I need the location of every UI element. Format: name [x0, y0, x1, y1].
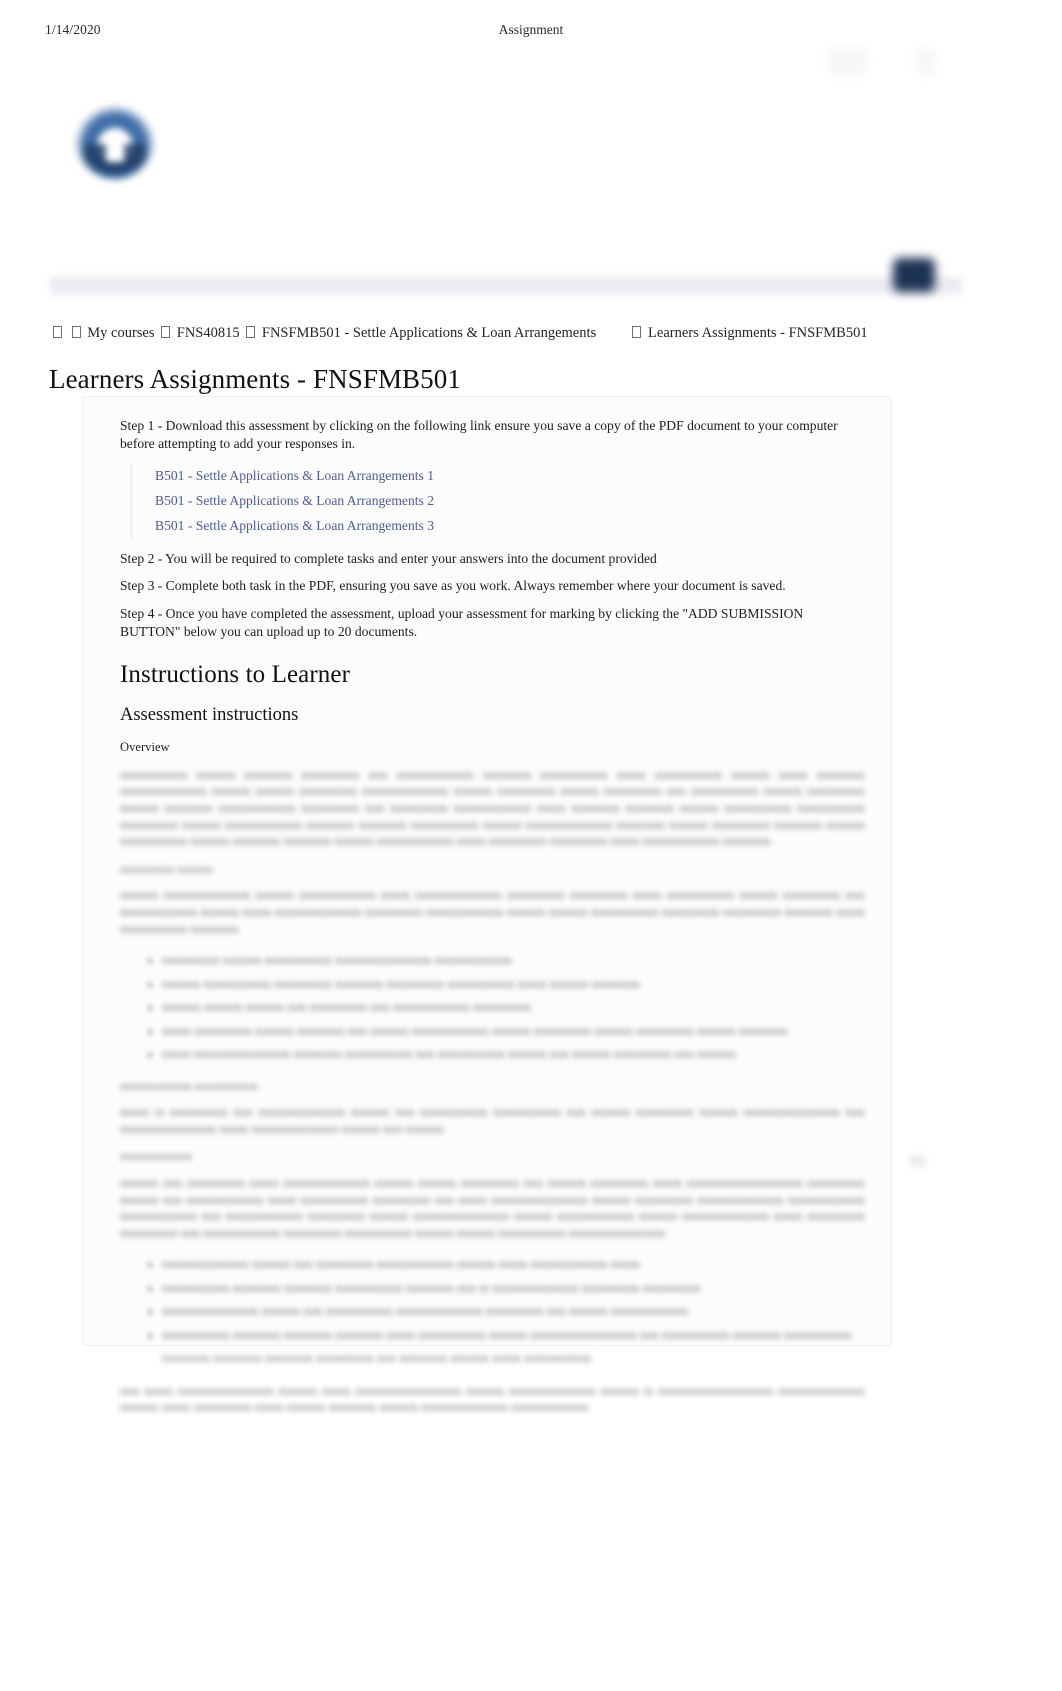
blurred-bullet-list: mmmmmm mmmm mmmmmmm mmmmmmmmmm mmmmmmmm …	[120, 949, 865, 1067]
chevron-right-icon	[71, 326, 81, 338]
logo-notch-shape	[106, 128, 124, 162]
list-item: mmmm mmmmmmm mmmmmm mmmmm mmmmmm mmmmmmm…	[162, 973, 865, 997]
assessment-link-1[interactable]: B501 - Settle Applications & Loan Arrang…	[155, 468, 434, 483]
page-title: Learners Assignments - FNSFMB501	[49, 364, 461, 394]
list-item: B501 - Settle Applications & Loan Arrang…	[130, 513, 865, 539]
list-item: mmmmmm mmmm mmmmmmm mmmmmmmmmm mmmmmmmm	[162, 949, 865, 973]
overview-label: Overview	[120, 739, 170, 754]
blurred-paragraph: mmmmmmm mmmm mmmmm mmmmmm mm mmmmmmmm mm…	[120, 767, 865, 849]
blurred-paragraph: mmmm mm mmmmmm mmm mmmmmmmmm mmmm mmmm m…	[120, 1176, 865, 1240]
list-item: mmmmmmm mmmmm mmmmm mmmmm mmm mmmmmmm mm…	[162, 1324, 865, 1371]
home-icon[interactable]	[53, 326, 62, 338]
assessment-instructions-heading: Assessment instructions	[120, 704, 299, 725]
list-item: mmmm mmmm mmmm mm mmmmmm mm mmmmmmmm mmm…	[162, 996, 865, 1020]
print-header: 1/14/2020 Assignment	[0, 22, 1062, 42]
assignment-intro-card: Step 1 - Download this assessment by cli…	[82, 396, 892, 1414]
assessment-link-3[interactable]: B501 - Settle Applications & Loan Arrang…	[155, 518, 434, 533]
list-item: mmmmmmmmm mmmm mm mmmmmm mmmmmmmm mmmm m…	[162, 1253, 865, 1277]
breadcrumb-item-current: Learners Assignments - FNSFMB501	[648, 325, 868, 341]
blurred-paragraph: mmm m mmmmmm mm mmmmmmmmm mmmm mm mmmmmm…	[120, 1105, 865, 1136]
margin-artifact	[910, 1155, 926, 1167]
list-item: B501 - Settle Applications & Loan Arrang…	[130, 488, 865, 514]
step-1-text: Step 1 - Download this assessment by cli…	[120, 418, 838, 451]
blurred-section-label: mmmmmmmm mmmmmmm	[120, 1079, 259, 1093]
chevron-right-icon	[161, 326, 171, 338]
print-page-title: Assignment	[498, 22, 564, 37]
chevron-right-icon	[246, 326, 256, 338]
chrome-ghost-right	[916, 48, 936, 74]
step-3-text: Step 3 - Complete both task in the PDF, …	[120, 578, 786, 594]
breadcrumb-item-my-courses[interactable]: My courses	[87, 325, 154, 341]
step-4-text: Step 4 - Once you have completed the ass…	[120, 606, 804, 639]
user-menu-button[interactable]	[893, 258, 935, 292]
list-item: mmmmmmm mmmmm mmmmm mmmmmmm mmmmm mm m m…	[162, 1277, 865, 1301]
list-item: B501 - Settle Applications & Loan Arrang…	[130, 463, 865, 489]
breadcrumb: My courses FNS40815 FNSFMB501 - Settle A…	[50, 325, 1010, 342]
instructions-heading: Instructions to Learner	[120, 660, 350, 688]
breadcrumb-item-course[interactable]: FNSFMB501 - Settle Applications & Loan A…	[262, 325, 596, 341]
blurred-paragraph: mmmm mmmmmmmmm mmmm mmmmmmmm mmm mmmmmmm…	[120, 888, 865, 936]
blurred-paragraph: mm mmm mmmmmmmmmm mmmm mmm mmmmmmmmmmm m…	[120, 1383, 865, 1415]
blurred-section-label: mmmmmm mmmm	[120, 862, 214, 876]
list-item: mmmmmmmmmm mmmm mm mmmmmmm mmmmmmmmm mmm…	[162, 1300, 865, 1324]
assessment-download-links: B501 - Settle Applications & Loan Arrang…	[120, 463, 865, 539]
site-navigation-bar[interactable]	[50, 276, 962, 296]
organisation-logo[interactable]	[74, 98, 156, 180]
blurred-section-label: mmmmmmmm	[120, 1150, 193, 1164]
blurred-assessment-body: mmmmmmm mmmm mmmmm mmmmmm mm mmmmmmmm mm…	[120, 767, 865, 1416]
list-item: mmm mmmmmmmmmm mmmmm mmmmmmm mm mmmmmmm …	[162, 1043, 865, 1067]
breadcrumb-item-fns40815[interactable]: FNS40815	[177, 325, 240, 341]
chevron-right-icon	[632, 326, 642, 338]
blurred-bullet-list: mmmmmmmmm mmmm mm mmmmmm mmmmmmmm mmmm m…	[120, 1253, 865, 1371]
assessment-link-2[interactable]: B501 - Settle Applications & Loan Arrang…	[155, 493, 434, 508]
list-item: mmm mmmmmm mmmm mmmmm mm mmmm mmmmmmmm m…	[162, 1020, 865, 1044]
step-2-text: Step 2 - You will be required to complet…	[120, 550, 657, 566]
chrome-ghost-left	[828, 48, 866, 74]
